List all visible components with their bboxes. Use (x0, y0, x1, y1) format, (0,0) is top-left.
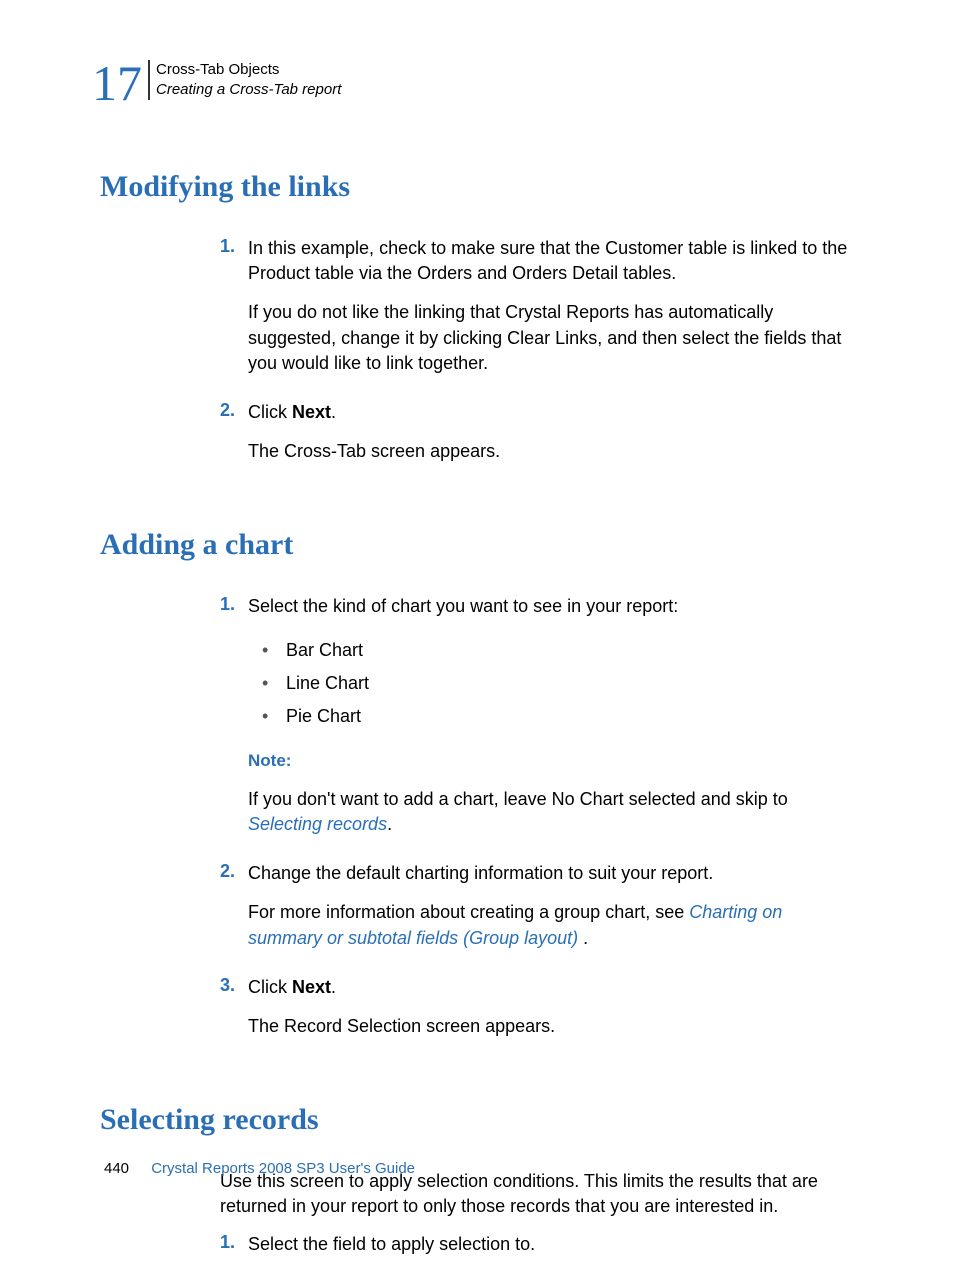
step-body: Change the default charting information … (248, 861, 852, 965)
chapter-number: 17 (92, 58, 148, 108)
step-text: Click Next. (248, 975, 555, 1000)
list-item: Pie Chart (262, 700, 852, 733)
footer-doc-title: Crystal Reports 2008 SP3 User's Guide (151, 1160, 415, 1177)
step-number: 1. (220, 594, 248, 851)
step-text: Select the field to apply selection to. (248, 1232, 535, 1257)
step-body: In this example, check to make sure that… (248, 236, 852, 390)
modifying-step-2: 2. Click Next. The Cross-Tab screen appe… (220, 400, 852, 478)
step-body: Click Next. The Record Selection screen … (248, 975, 555, 1053)
list-item: Line Chart (262, 667, 852, 700)
text: For more information about creating a gr… (248, 902, 689, 922)
adding-step-1: 1. Select the kind of chart you want to … (220, 594, 852, 851)
heading-modifying-links: Modifying the links (100, 170, 862, 204)
step-text: In this example, check to make sure that… (248, 236, 852, 286)
modifying-step-1: 1. In this example, check to make sure t… (220, 236, 852, 390)
note-text: If you don't want to add a chart, leave … (248, 787, 852, 837)
step-number: 3. (220, 975, 248, 1053)
step-number: 2. (220, 861, 248, 965)
adding-step-3: 3. Click Next. The Record Selection scre… (220, 975, 852, 1053)
text: Click (248, 977, 292, 997)
link-selecting-records[interactable]: Selecting records (248, 814, 387, 834)
page-footer: 440 Crystal Reports 2008 SP3 User's Guid… (104, 1160, 415, 1177)
page-header: 17 Cross-Tab Objects Creating a Cross-Ta… (92, 58, 862, 108)
header-line-1: Cross-Tab Objects (156, 60, 341, 80)
header-line-2: Creating a Cross-Tab report (156, 80, 341, 100)
note-label: Note: (248, 749, 852, 773)
text: Click (248, 402, 292, 422)
text: If you don't want to add a chart, leave … (248, 789, 788, 809)
step-text: If you do not like the linking that Crys… (248, 300, 852, 376)
step-result: The Cross-Tab screen appears. (248, 439, 500, 464)
section-modifying-content: 1. In this example, check to make sure t… (220, 236, 852, 478)
text: . (578, 928, 588, 948)
selecting-step-1: 1. Select the field to apply selection t… (220, 1232, 852, 1271)
section-selecting-content: Use this screen to apply selection condi… (220, 1169, 852, 1271)
step-number: 2. (220, 400, 248, 478)
step-body: Select the field to apply selection to. (248, 1232, 535, 1271)
step-body: Select the kind of chart you want to see… (248, 594, 852, 851)
heading-selecting-records: Selecting records (100, 1103, 862, 1137)
chart-type-list: Bar Chart Line Chart Pie Chart (262, 634, 852, 734)
text: . (331, 402, 336, 422)
text: . (387, 814, 392, 834)
heading-adding-chart: Adding a chart (100, 528, 862, 562)
bold-text: Next (292, 977, 331, 997)
step-text: Change the default charting information … (248, 861, 852, 886)
page-number: 440 (104, 1160, 129, 1177)
adding-step-2: 2. Change the default charting informati… (220, 861, 852, 965)
step-text: For more information about creating a gr… (248, 900, 852, 950)
step-result: The Record Selection screen appears. (248, 1014, 555, 1039)
step-body: Click Next. The Cross-Tab screen appears… (248, 400, 500, 478)
step-number: 1. (220, 1232, 248, 1271)
step-text: Select the kind of chart you want to see… (248, 594, 852, 619)
bold-text: Next (292, 402, 331, 422)
section-adding-content: 1. Select the kind of chart you want to … (220, 594, 852, 1053)
step-text: Click Next. (248, 400, 500, 425)
text: . (331, 977, 336, 997)
header-text: Cross-Tab Objects Creating a Cross-Tab r… (150, 58, 341, 99)
list-item: Bar Chart (262, 634, 852, 667)
step-number: 1. (220, 236, 248, 390)
